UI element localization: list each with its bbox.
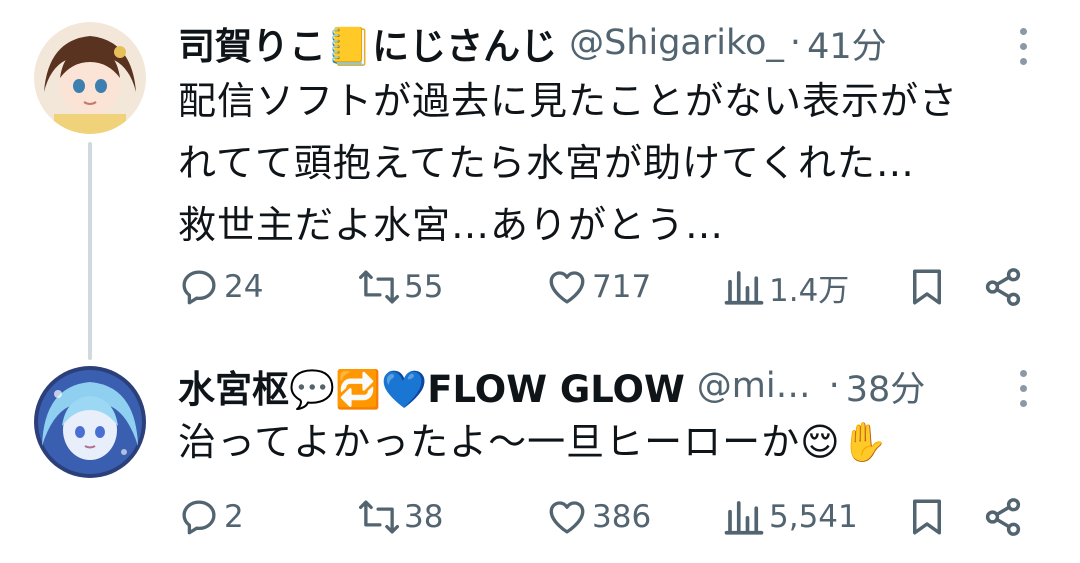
like-count: 386 bbox=[592, 499, 652, 535]
timestamp[interactable]: 41分 bbox=[807, 18, 887, 69]
like-button[interactable]: 717 bbox=[546, 262, 651, 312]
repost-icon bbox=[358, 270, 400, 304]
heart-icon bbox=[549, 501, 585, 534]
bookmark-icon bbox=[913, 269, 941, 305]
reply-count: 2 bbox=[224, 499, 244, 535]
share-button[interactable] bbox=[982, 262, 1024, 312]
repost-button[interactable]: 55 bbox=[358, 262, 443, 312]
tweet-text: 治ってよかったよ〜一旦ヒーローか😌✋ bbox=[178, 411, 889, 473]
tweet-text-line: れてて頭抱えてたら水宮が助けてくれた… bbox=[178, 141, 915, 185]
tweet-text-line: 治ってよかったよ〜一旦ヒーローか😌✋ bbox=[178, 420, 890, 464]
tweet-text-line: 配信ソフトが過去に見たことがない表示がさ bbox=[178, 79, 959, 123]
views-icon bbox=[724, 501, 764, 535]
tweet-header: 水宮枢💬🔁💙FLOW GLOW @mi… · 38分 bbox=[178, 358, 925, 414]
tweet-header: 司賀りこ📒にじさんじ @Shigariko_ · 41分 bbox=[178, 15, 887, 71]
user-handle[interactable]: @mi… bbox=[697, 366, 811, 406]
display-name[interactable]: 司賀りこ📒にじさんじ bbox=[178, 16, 557, 70]
avatar[interactable] bbox=[34, 366, 146, 478]
share-button[interactable] bbox=[982, 492, 1024, 542]
avatar[interactable] bbox=[34, 22, 146, 134]
views-button[interactable]: 1.4万 bbox=[723, 262, 849, 312]
bookmark-button[interactable] bbox=[906, 262, 948, 312]
reply-button[interactable]: 24 bbox=[178, 262, 263, 312]
views-button[interactable]: 5,541 bbox=[723, 492, 858, 542]
user-handle[interactable]: @Shigariko_ bbox=[569, 23, 784, 63]
views-icon bbox=[724, 271, 764, 305]
like-button[interactable]: 386 bbox=[546, 492, 651, 542]
share-icon bbox=[985, 498, 1021, 536]
share-icon bbox=[985, 268, 1021, 306]
reply-button[interactable]: 2 bbox=[178, 492, 244, 542]
reply-icon bbox=[182, 270, 216, 305]
bookmark-icon bbox=[913, 499, 941, 535]
thread-connector bbox=[88, 142, 92, 360]
tweet-text-line: 救世主だよ水宮…ありがとう… bbox=[178, 203, 725, 247]
action-bar: 24 55 717 1.4万 bbox=[178, 262, 1048, 312]
tweet-text: 配信ソフトが過去に見たことがない表示がさ れてて頭抱えてたら水宮が助けてくれた…… bbox=[178, 70, 958, 256]
repost-count: 38 bbox=[404, 499, 444, 535]
separator-dot: · bbox=[828, 366, 840, 406]
reply-count: 24 bbox=[224, 269, 264, 305]
views-count: 5,541 bbox=[769, 499, 858, 535]
views-count: 1.4万 bbox=[769, 272, 850, 309]
repost-icon bbox=[358, 500, 400, 534]
bookmark-button[interactable] bbox=[906, 492, 948, 542]
timestamp[interactable]: 38分 bbox=[846, 361, 926, 412]
reply-icon bbox=[182, 500, 216, 535]
repost-count: 55 bbox=[404, 269, 444, 305]
more-icon[interactable] bbox=[1018, 370, 1028, 407]
action-bar: 2 38 386 5,541 bbox=[178, 492, 1048, 542]
repost-button[interactable]: 38 bbox=[358, 492, 443, 542]
more-icon[interactable] bbox=[1018, 28, 1028, 65]
separator-dot: · bbox=[789, 23, 802, 63]
like-count: 717 bbox=[592, 269, 652, 305]
heart-icon bbox=[549, 271, 585, 304]
display-name[interactable]: 水宮枢💬🔁💙FLOW GLOW bbox=[178, 359, 685, 413]
